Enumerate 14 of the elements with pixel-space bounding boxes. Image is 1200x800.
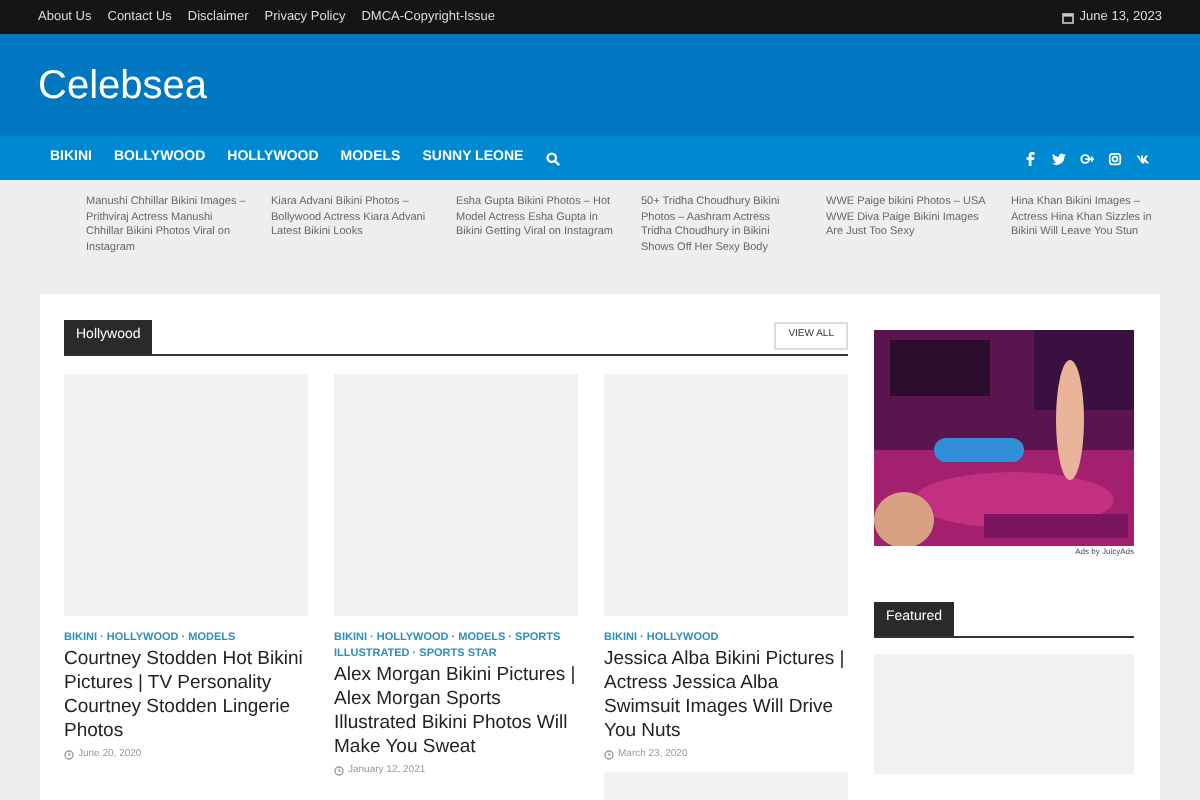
post-title[interactable]: Jessica Alba Bikini Pictures | Actress Jessica Alba Swimsuit Images Will Drive You Nuts xyxy=(604,647,848,743)
post-title[interactable]: Alex Morgan Bikini Pictures | Alex Morgan Sports Illustrated Bikini Photos Will Make You Sweat xyxy=(334,663,578,759)
clock-icon xyxy=(334,765,344,776)
facebook-icon[interactable] xyxy=(1024,151,1038,165)
vk-icon[interactable] xyxy=(1136,151,1150,165)
calendar-icon xyxy=(1061,11,1074,23)
camera-icon[interactable] xyxy=(1108,151,1122,165)
clock-icon xyxy=(64,749,74,760)
bird-icon[interactable] xyxy=(1052,151,1066,165)
clock-icon xyxy=(604,749,614,760)
google-plus-icon[interactable] xyxy=(1080,151,1094,165)
site-title[interactable]: Celebsea xyxy=(38,55,208,115)
post-title[interactable]: Courtney Stodden Hot Bikini Pictures | TV Personality Courtney Stodden Lingerie Photos xyxy=(64,647,308,743)
search-icon[interactable] xyxy=(545,151,560,165)
